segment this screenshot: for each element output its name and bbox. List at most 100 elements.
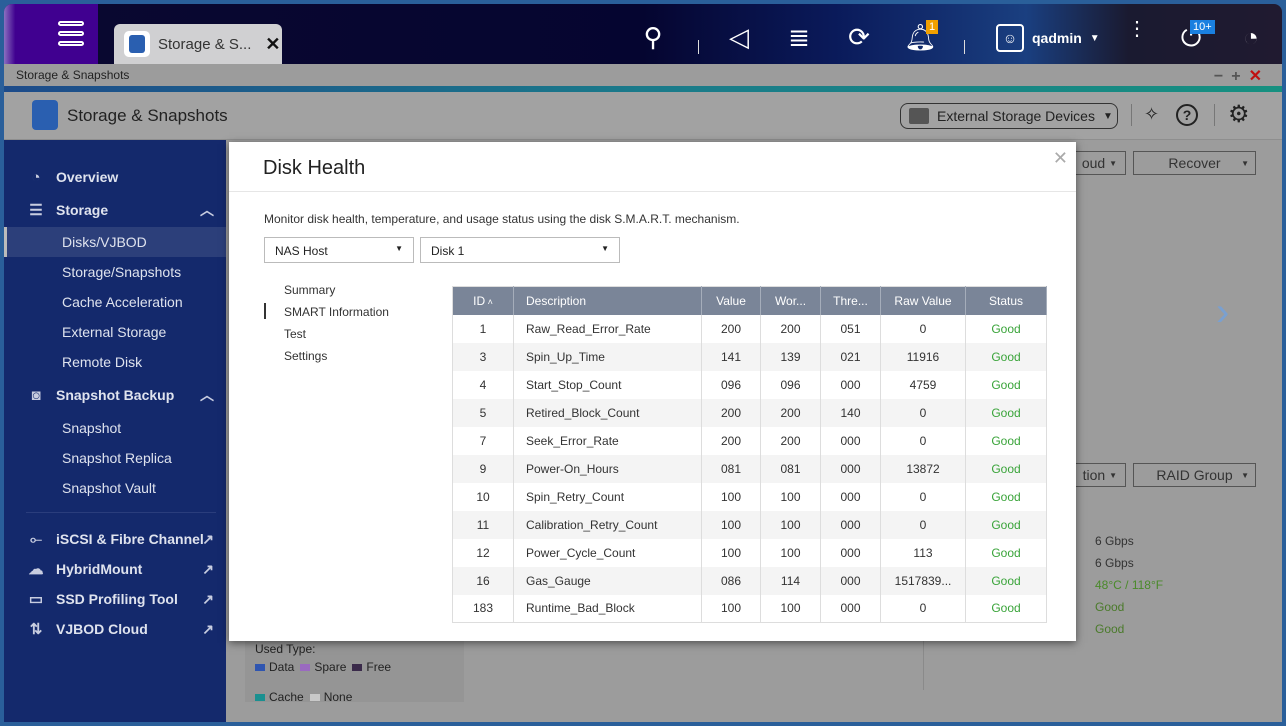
nav-settings[interactable]: Settings: [284, 349, 327, 363]
close-window-icon[interactable]: ✕: [1249, 68, 1270, 85]
cell-id: 7: [452, 426, 514, 455]
sidebar-item-cache-acceleration[interactable]: Cache Acceleration: [4, 287, 226, 317]
host-select[interactable]: NAS Host ▼: [264, 237, 414, 263]
cell-value: 081: [701, 454, 761, 483]
table-row[interactable]: 9 Power-On_Hours 081 081 000 13872 Good: [452, 454, 1047, 483]
nav-test[interactable]: Test: [284, 327, 306, 341]
table-row[interactable]: 10 Spin_Retry_Count 100 100 000 0 Good: [452, 482, 1047, 511]
table-row[interactable]: 1 Raw_Read_Error_Rate 200 200 051 0 Good: [452, 314, 1047, 343]
cell-value: 200: [701, 426, 761, 455]
app-header: Storage & Snapshots External Storage Dev…: [4, 92, 1282, 140]
chevron-down-icon: ▼: [601, 244, 609, 253]
column-header-status[interactable]: Status: [965, 286, 1047, 315]
tasks-icon[interactable]: ≣: [784, 22, 814, 52]
column-header-value[interactable]: Value: [701, 286, 761, 315]
label: HybridMount: [56, 561, 143, 577]
close-tab-icon[interactable]: ✕: [265, 34, 280, 55]
sidebar-link-vjbod-cloud[interactable]: ⇅ VJBOD Cloud ↗: [4, 616, 226, 642]
label: Disk 1: [431, 244, 465, 258]
announcement-icon[interactable]: ◁: [724, 22, 754, 52]
sidebar-item-snapshot-backup[interactable]: ◙ Snapshot Backup ︿: [4, 382, 226, 408]
gear-icon[interactable]: ⚙: [1228, 100, 1250, 129]
cell-status: Good: [965, 594, 1047, 623]
database-icon: ☰: [29, 202, 43, 219]
dashboard-icon: ◔: [31, 168, 41, 186]
recover-dropdown[interactable]: Recover ▼: [1133, 151, 1256, 175]
sidebar-item-snapshot-vault[interactable]: Snapshot Vault: [4, 473, 226, 503]
app-tab[interactable]: Storage & S... ✕: [114, 24, 282, 64]
disk-select[interactable]: Disk 1 ▼: [420, 237, 620, 263]
sidebar-item-snapshot-replica[interactable]: Snapshot Replica: [4, 443, 226, 473]
storage-app-icon: [124, 31, 150, 57]
table-row[interactable]: 11 Calibration_Retry_Count 100 100 000 0 Good: [452, 510, 1047, 539]
cell-threshold: 000: [820, 538, 881, 567]
search-icon[interactable]: ⚲: [638, 22, 668, 52]
maximize-icon[interactable]: +: [1231, 68, 1248, 85]
cell-description: Spin_Retry_Count: [513, 482, 702, 511]
minimize-icon[interactable]: −: [1214, 68, 1231, 85]
table-row[interactable]: 5 Retired_Block_Count 200 200 140 0 Good: [452, 398, 1047, 427]
sidebar-item-storage[interactable]: ☰ Storage ︿: [4, 197, 226, 223]
health-status: Good: [1095, 600, 1125, 614]
table-row[interactable]: 183 Runtime_Bad_Block 100 100 000 0 Good: [452, 594, 1047, 623]
external-link-icon: ↗: [202, 590, 214, 607]
main-menu-button[interactable]: [4, 4, 98, 64]
update-badge: 10+: [1190, 20, 1215, 34]
label: VJBOD Cloud: [56, 621, 148, 637]
column-header-id[interactable]: ID ˄: [452, 286, 514, 315]
table-row[interactable]: 7 Seek_Error_Rate 200 200 000 0 Good: [452, 426, 1047, 455]
legend-label: None: [323, 690, 353, 704]
more-icon[interactable]: ⋮: [1122, 19, 1152, 54]
table-row[interactable]: 16 Gas_Gauge 086 114 000 1517839... Good: [452, 566, 1047, 595]
app-title: Storage & Snapshots: [67, 106, 228, 125]
column-header-description[interactable]: Description: [513, 286, 702, 315]
active-nav-indicator: [264, 303, 266, 319]
used-type-legend: Used Type: Data Spare Free Cache None: [245, 640, 464, 704]
external-storage-devices-dropdown[interactable]: External Storage Devices ▼: [900, 103, 1118, 129]
sidebar-link-ssd-profiling[interactable]: ▭ SSD Profiling Tool ↗: [4, 586, 226, 612]
label: Remote Disk: [62, 354, 143, 370]
table-row[interactable]: 12 Power_Cycle_Count 100 100 000 113 Good: [452, 538, 1047, 567]
sidebar-item-overview[interactable]: ◔ Overview: [4, 164, 226, 190]
table-row[interactable]: 3 Spin_Up_Time 141 139 021 11916 Good: [452, 342, 1047, 371]
chevron-up-icon[interactable]: ︿: [200, 200, 214, 220]
nav-smart-information[interactable]: SMART Information: [284, 305, 389, 319]
dashboard-icon[interactable]: ◔: [1236, 22, 1266, 52]
cell-value: 100: [701, 538, 761, 567]
drive-icon: [909, 108, 929, 124]
user-menu[interactable]: ☺ qadmin ▼: [996, 24, 1100, 52]
nav-summary[interactable]: Summary: [284, 283, 335, 297]
help-icon[interactable]: ?: [1176, 104, 1198, 126]
cell-threshold: 140: [820, 398, 881, 427]
cell-worst: 200: [760, 314, 821, 343]
legend-title: Used Type:: [255, 642, 316, 656]
label: tion: [1082, 467, 1106, 483]
close-dialog-icon[interactable]: ✕: [1053, 148, 1068, 169]
sync-icon[interactable]: ⟳: [844, 22, 874, 52]
cell-threshold: 051: [820, 314, 881, 343]
column-header-threshold[interactable]: Thre...: [820, 286, 881, 315]
column-header-raw-value[interactable]: Raw Value: [880, 286, 966, 315]
sidebar-item-disks-vjbod[interactable]: Disks/VJBOD: [4, 227, 226, 257]
raid-group-dropdown[interactable]: RAID Group ▼: [1133, 463, 1256, 487]
sidebar-item-external-storage[interactable]: External Storage: [4, 317, 226, 347]
cell-threshold: 000: [820, 594, 881, 623]
cell-status: Good: [965, 342, 1047, 371]
sidebar-link-iscsi[interactable]: ⟜ iSCSI & Fibre Channel ↗: [4, 526, 226, 552]
next-arrow-icon[interactable]: ›: [1216, 290, 1229, 335]
sidebar-item-remote-disk[interactable]: Remote Disk: [4, 347, 226, 377]
legend-swatch: [300, 663, 311, 671]
sidebar-item-storage-snapshots[interactable]: Storage/Snapshots: [4, 257, 226, 287]
divider: [1131, 104, 1132, 126]
sidebar-item-snapshot[interactable]: Snapshot: [4, 413, 226, 443]
label: Disks/VJBOD: [62, 234, 147, 250]
cell-value: 141: [701, 342, 761, 371]
link-speed: 6 Gbps: [1095, 556, 1134, 570]
column-header-worst[interactable]: Wor...: [760, 286, 821, 315]
table-row[interactable]: 4 Start_Stop_Count 096 096 000 4759 Good: [452, 370, 1047, 399]
divider: [964, 40, 965, 54]
chevron-up-icon[interactable]: ︿: [200, 385, 214, 405]
magic-wand-icon[interactable]: ✧: [1144, 104, 1159, 125]
cell-raw-value: 0: [880, 510, 966, 539]
sidebar-link-hybridmount[interactable]: ☁ HybridMount ↗: [4, 556, 226, 582]
